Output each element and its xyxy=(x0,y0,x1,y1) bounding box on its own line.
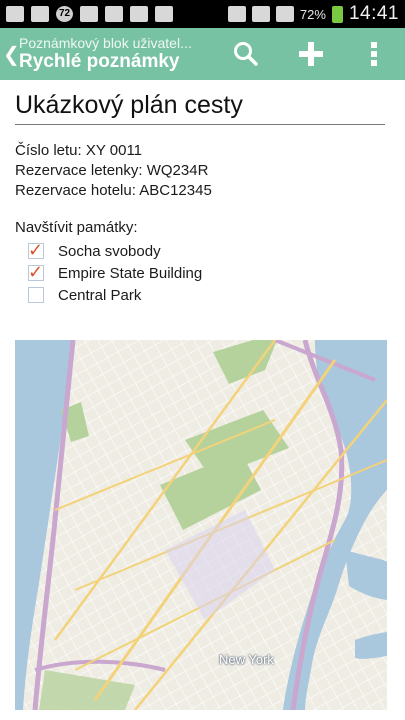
action-bar: ❮ Poznámkový blok uživatel... Rychlé poz… xyxy=(0,28,405,80)
notebook-subtitle: Poznámkový blok uživatel... xyxy=(19,35,192,51)
more-vertical-icon xyxy=(371,42,377,66)
checkbox-checked[interactable]: ✓ xyxy=(28,240,44,260)
flight-number-line[interactable]: Číslo letu: XY 0011 xyxy=(15,141,385,161)
checklist-item-label[interactable]: Socha svobody xyxy=(58,243,161,260)
plus-icon xyxy=(299,42,323,66)
page-title[interactable]: Ukázkový plán cesty xyxy=(15,80,385,125)
check-mark-icon: ✓ xyxy=(28,240,44,260)
status-bar: 72 72% 14:41 xyxy=(0,0,405,28)
wifi-icon xyxy=(251,6,270,22)
hotel-reservation-line[interactable]: Rezervace hotelu: ABC12345 xyxy=(15,181,385,201)
checklist-item: ✓ Empire State Building xyxy=(15,262,385,284)
section-title: Rychlé poznámky xyxy=(19,51,180,72)
notebook-title-area[interactable]: Poznámkový blok uživatel... Rychlé pozná… xyxy=(19,35,229,73)
add-button[interactable] xyxy=(283,28,339,80)
ticket-reservation-line[interactable]: Rezervace letenky: WQ234R xyxy=(15,161,385,181)
checkbox-unchecked[interactable] xyxy=(28,287,44,303)
weather-icon xyxy=(130,6,148,22)
mail-icon xyxy=(105,6,123,22)
checklist-item-label[interactable]: Central Park xyxy=(58,287,141,304)
sights-heading[interactable]: Navštívit památky: xyxy=(15,218,385,238)
notification-count-badge: 72 xyxy=(56,6,73,22)
battery-icon xyxy=(331,5,343,23)
booking-info[interactable]: Číslo letu: XY 0011 Rezervace letenky: W… xyxy=(15,141,385,201)
search-icon xyxy=(234,42,258,66)
download-icon xyxy=(31,6,49,22)
checklist-item-label[interactable]: Empire State Building xyxy=(58,265,202,282)
usb-icon xyxy=(155,6,173,22)
manhattan-map xyxy=(15,340,387,710)
clock: 14:41 xyxy=(348,3,399,24)
check-mark-icon: ✓ xyxy=(28,262,44,282)
note-content[interactable]: Ukázkový plán cesty Číslo letu: XY 0011 … xyxy=(15,80,385,306)
checkbox-checked[interactable]: ✓ xyxy=(28,262,44,282)
search-button[interactable] xyxy=(218,28,274,80)
map-city-label: New York xyxy=(219,652,274,667)
alarm-icon xyxy=(227,6,246,22)
map-image[interactable]: New York xyxy=(15,340,387,710)
more-options-button[interactable] xyxy=(346,28,402,80)
checklist-item: ✓ Socha svobody xyxy=(15,240,385,262)
signal-icon xyxy=(275,6,294,22)
notification-icon xyxy=(6,6,24,22)
checklist-item: Central Park xyxy=(15,284,385,306)
image-icon xyxy=(80,6,98,22)
chevron-left-icon[interactable]: ❮ xyxy=(3,42,20,67)
battery-percent: 72% xyxy=(299,6,326,22)
sights-checklist: ✓ Socha svobody ✓ Empire State Building … xyxy=(15,240,385,306)
